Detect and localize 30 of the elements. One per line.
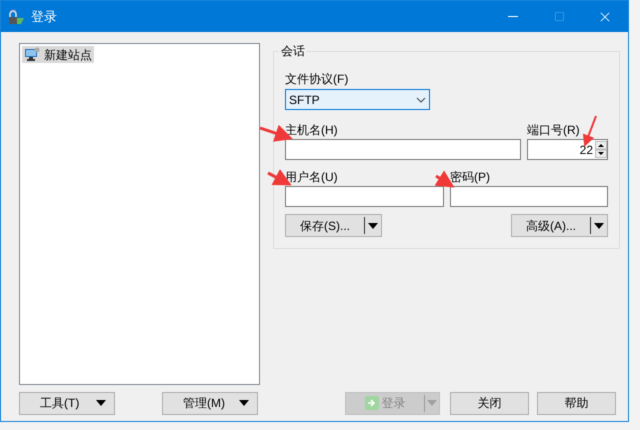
group-title: 会话: [279, 42, 307, 60]
chevron-icon: [416, 96, 426, 102]
field-label: 端口号(R): [527, 122, 580, 139]
maximize-icon: [554, 11, 564, 22]
lock-icon: [7, 8, 25, 26]
spin-arrows-icon: [595, 141, 607, 158]
advanced-button[interactable]: 高级(A)...: [511, 214, 608, 237]
caret-icon: [594, 222, 604, 228]
field-label: 密码(P): [450, 169, 491, 186]
help-button[interactable]: 帮助: [537, 392, 616, 414]
caret-icon: [368, 222, 378, 228]
caret-icon: [96, 400, 106, 406]
minimize-icon: [508, 16, 518, 17]
caret-icon: [427, 400, 437, 406]
caret-icon: [239, 400, 249, 406]
save-button[interactable]: 保存(S)...: [285, 214, 382, 237]
window-title: 登录: [31, 8, 57, 26]
tools-button[interactable]: 工具(T): [19, 392, 115, 414]
annotation-arrow: [582, 116, 597, 147]
port-spinner[interactable]: 22: [527, 139, 608, 160]
host-field[interactable]: [285, 139, 521, 160]
username-field[interactable]: [285, 186, 444, 207]
field-label: 文件协议(F): [285, 71, 350, 88]
password-field[interactable]: [450, 186, 608, 207]
computer-icon: [24, 47, 40, 62]
close-dialog-button[interactable]: 关闭: [450, 392, 529, 414]
manage-button[interactable]: 管理(M): [162, 392, 258, 414]
protocol-select[interactable]: SFTP: [285, 89, 430, 110]
enter-icon: [364, 396, 378, 410]
site-item[interactable]: 新建站点: [22, 46, 94, 63]
